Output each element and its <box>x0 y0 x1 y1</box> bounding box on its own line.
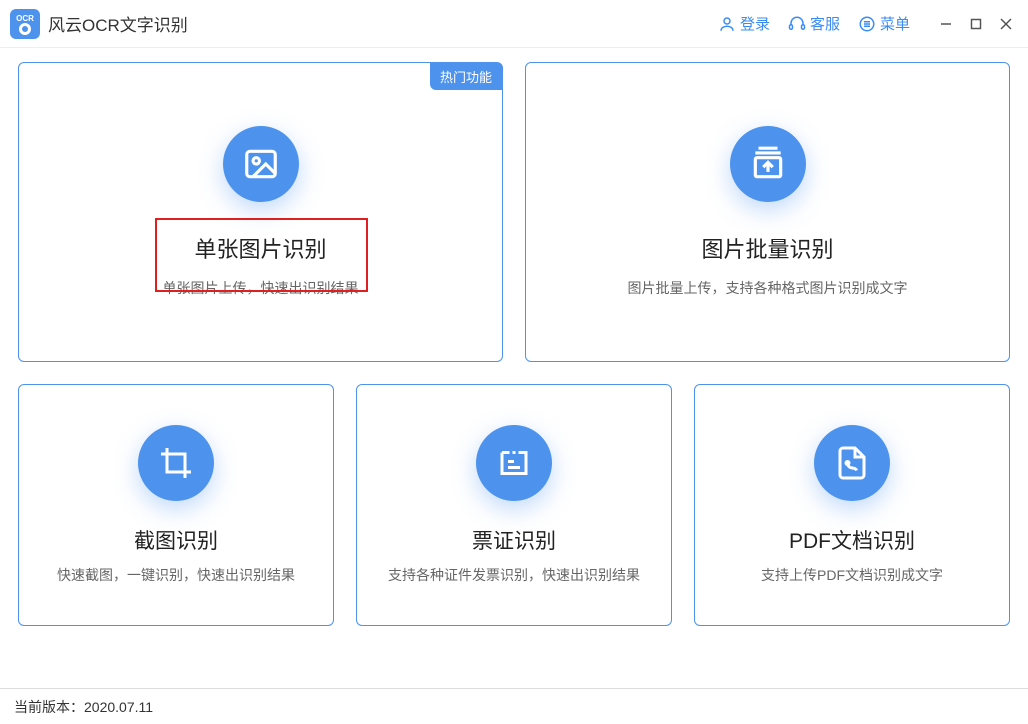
app-title: 风云OCR文字识别 <box>48 11 188 36</box>
minimize-button[interactable] <box>934 12 958 36</box>
headset-icon <box>788 15 806 33</box>
bottom-row: 截图识别 快速截图，一键识别，快速出识别结果 票证识别 支持各种证件发票识别，快… <box>18 384 1010 626</box>
pdf-icon <box>814 425 890 501</box>
footer: 当前版本： 2020.07.11 <box>0 688 1028 724</box>
card-batch-desc: 图片批量上传，支持各种格式图片识别成文字 <box>628 278 908 298</box>
svg-text:OCR: OCR <box>16 14 34 23</box>
content-area: 热门功能 单张图片识别 单张图片上传，快速出识别结果 <box>0 48 1028 626</box>
support-button[interactable]: 客服 <box>788 13 840 34</box>
card-pdf-desc: 支持上传PDF文档识别成文字 <box>761 565 943 585</box>
card-ticket-title: 票证识别 <box>472 525 556 555</box>
top-row: 热门功能 单张图片识别 单张图片上传，快速出识别结果 <box>18 62 1010 362</box>
card-single-desc: 单张图片上传，快速出识别结果 <box>163 278 359 298</box>
maximize-button[interactable] <box>964 12 988 36</box>
hot-badge: 热门功能 <box>430 63 502 90</box>
app-logo: OCR <box>10 9 40 39</box>
card-pdf[interactable]: PDF文档识别 支持上传PDF文档识别成文字 <box>694 384 1010 626</box>
card-screenshot-title: 截图识别 <box>134 525 218 555</box>
close-icon <box>1000 18 1012 30</box>
card-single-title: 单张图片识别 <box>194 232 326 264</box>
image-icon <box>223 126 299 202</box>
card-screenshot[interactable]: 截图识别 快速截图，一键识别，快速出识别结果 <box>18 384 334 626</box>
minimize-icon <box>940 18 952 30</box>
card-single-image[interactable]: 热门功能 单张图片识别 单张图片上传，快速出识别结果 <box>18 62 503 362</box>
menu-label: 菜单 <box>880 13 910 34</box>
crop-icon <box>138 425 214 501</box>
upload-batch-icon <box>730 126 806 202</box>
menu-icon <box>858 15 876 33</box>
version-value: 2020.07.11 <box>84 699 153 715</box>
login-button[interactable]: 登录 <box>718 13 770 34</box>
close-button[interactable] <box>994 12 1018 36</box>
version-label: 当前版本： <box>14 697 84 717</box>
user-icon <box>718 15 736 33</box>
card-screenshot-desc: 快速截图，一键识别，快速出识别结果 <box>57 565 295 585</box>
support-label: 客服 <box>810 13 840 34</box>
card-ticket-desc: 支持各种证件发票识别，快速出识别结果 <box>388 565 640 585</box>
card-batch-title: 图片批量识别 <box>701 232 833 264</box>
menu-button[interactable]: 菜单 <box>858 13 910 34</box>
card-pdf-title: PDF文档识别 <box>789 525 915 555</box>
card-batch-image[interactable]: 图片批量识别 图片批量上传，支持各种格式图片识别成文字 <box>525 62 1010 362</box>
card-ticket[interactable]: 票证识别 支持各种证件发票识别，快速出识别结果 <box>356 384 672 626</box>
login-label: 登录 <box>740 13 770 34</box>
id-card-icon <box>476 425 552 501</box>
titlebar: OCR 风云OCR文字识别 登录 客服 菜单 <box>0 0 1028 48</box>
maximize-icon <box>970 18 982 30</box>
